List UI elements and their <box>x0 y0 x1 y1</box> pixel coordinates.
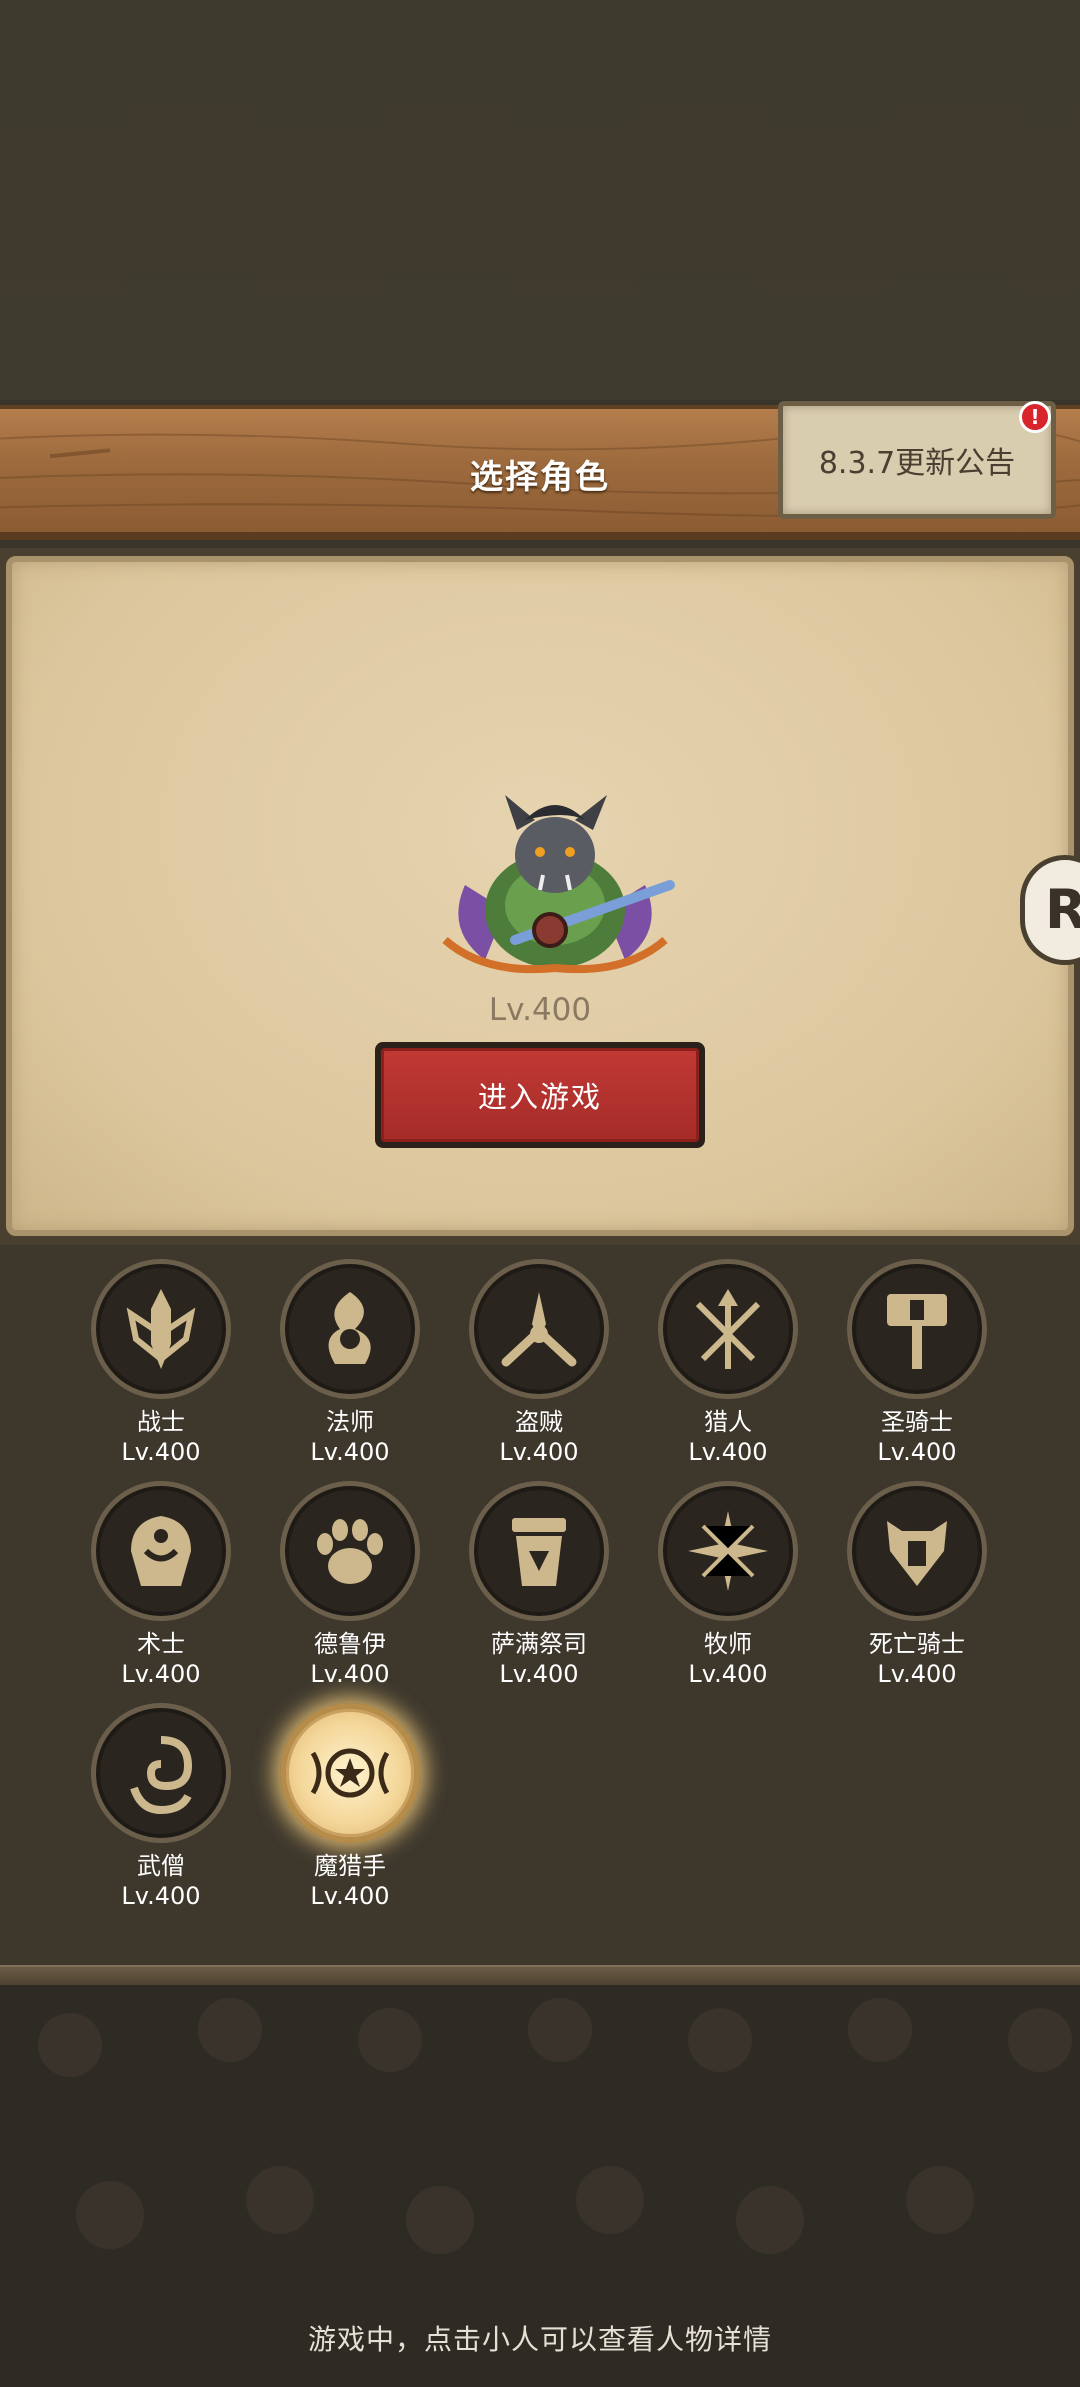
class-name: 牧师 <box>704 1630 752 1658</box>
character-portrait[interactable] <box>425 790 685 990</box>
demon-hunter-icon <box>310 1748 390 1798</box>
hammer-icon <box>887 1294 947 1369</box>
top-blank-area <box>0 0 1080 400</box>
class-name: 术士 <box>137 1630 185 1658</box>
class-level: Lv.400 <box>877 1438 957 1466</box>
sword-shield-icon <box>126 1289 196 1369</box>
class-level: Lv.400 <box>121 1882 201 1910</box>
footer-area: 游戏中，点击小人可以查看人物详情 <box>0 1985 1080 2387</box>
paw-icon <box>317 1519 383 1584</box>
totem-icon <box>512 1518 566 1586</box>
class-paladin[interactable]: 圣骑士 Lv.400 <box>847 1259 987 1467</box>
class-name: 魔猎手 <box>314 1852 386 1880</box>
side-tab-glyph: R <box>1045 878 1080 941</box>
enter-game-button[interactable]: 进入游戏 <box>375 1042 705 1148</box>
class-name: 死亡骑士 <box>869 1630 965 1658</box>
class-shaman[interactable]: 萨满祭司 Lv.400 <box>469 1481 609 1689</box>
class-name: 萨满祭司 <box>491 1630 587 1658</box>
class-name: 圣骑士 <box>881 1408 953 1436</box>
arrows-icon <box>695 1289 761 1369</box>
class-level: Lv.400 <box>688 1660 768 1688</box>
character-level: Lv.400 <box>488 992 592 1028</box>
class-name: 法师 <box>326 1408 374 1436</box>
swirl-icon <box>130 1736 193 1815</box>
holy-star-icon <box>688 1511 768 1591</box>
update-notice-button[interactable]: 8.3.7更新公告 <box>778 401 1056 519</box>
class-death-knight[interactable]: 死亡骑士 Lv.400 <box>847 1481 987 1689</box>
class-warrior[interactable]: 战士 Lv.400 <box>91 1259 231 1467</box>
class-name: 德鲁伊 <box>314 1630 386 1658</box>
section-divider <box>0 1965 1080 1987</box>
class-name: 猎人 <box>704 1408 752 1436</box>
class-rogue[interactable]: 盗贼 Lv.400 <box>469 1259 609 1467</box>
class-grid: 战士 Lv.400 法师 Lv.400 盗贼 Lv.400 猎人 Lv.400 … <box>0 1245 1080 1965</box>
class-level: Lv.400 <box>877 1660 957 1688</box>
rune-helm-icon <box>887 1521 947 1586</box>
class-name: 战士 <box>137 1408 185 1436</box>
class-name: 武僧 <box>137 1852 185 1880</box>
class-level: Lv.400 <box>499 1438 579 1466</box>
update-notice-label: 8.3.7更新公告 <box>818 446 1016 481</box>
arcane-flame-icon <box>328 1292 371 1364</box>
class-name: 盗贼 <box>515 1408 563 1436</box>
class-level: Lv.400 <box>121 1438 201 1466</box>
enter-game-label: 进入游戏 <box>381 1048 699 1142</box>
class-mage[interactable]: 法师 Lv.400 <box>280 1259 420 1467</box>
class-warlock[interactable]: 术士 Lv.400 <box>91 1481 231 1689</box>
class-level: Lv.400 <box>310 1438 390 1466</box>
notification-badge: ! <box>1019 401 1051 433</box>
class-level: Lv.400 <box>499 1660 579 1688</box>
footer-hint: 游戏中，点击小人可以查看人物详情 <box>307 2323 772 2356</box>
class-druid[interactable]: 德鲁伊 Lv.400 <box>280 1481 420 1689</box>
class-level: Lv.400 <box>121 1660 201 1688</box>
class-level: Lv.400 <box>688 1438 768 1466</box>
demon-skull-icon <box>131 1516 191 1586</box>
class-level: Lv.400 <box>310 1882 390 1910</box>
class-level: Lv.400 <box>310 1660 390 1688</box>
crossed-daggers-icon <box>501 1292 577 1367</box>
class-hunter[interactable]: 猎人 Lv.400 <box>658 1259 798 1467</box>
class-priest[interactable]: 牧师 Lv.400 <box>658 1481 798 1689</box>
class-monk[interactable]: 武僧 Lv.400 <box>91 1703 231 1911</box>
class-demon-hunter[interactable]: 魔猎手 Lv.400 <box>280 1703 420 1911</box>
